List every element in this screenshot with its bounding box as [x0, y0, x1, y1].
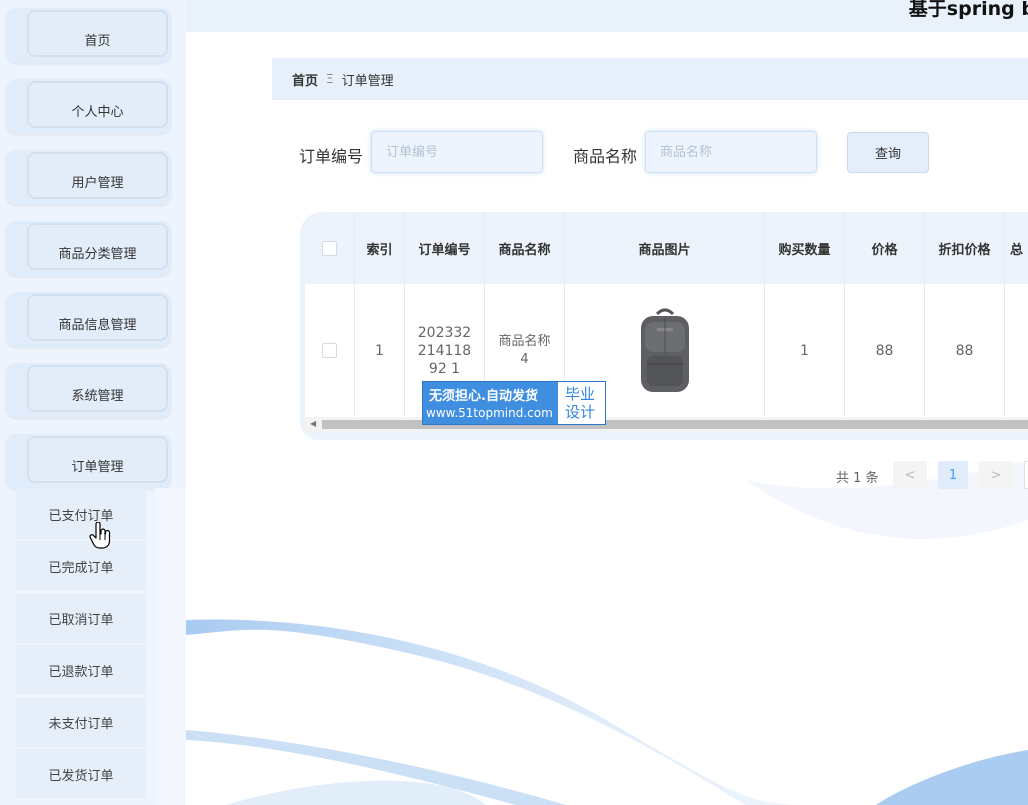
background-waves-decoration: [186, 460, 1028, 805]
menu-item-user-management[interactable]: 用户管理: [6, 150, 171, 205]
cell-discount-price: 88: [925, 284, 1005, 417]
header-select-all[interactable]: [305, 212, 355, 284]
cell-index: 1: [355, 284, 405, 417]
submenu-completed-orders[interactable]: 已完成订单: [16, 541, 146, 591]
pagination-total: 共 1 条: [836, 471, 879, 486]
menu-item-label: 首页: [27, 10, 168, 57]
row-checkbox[interactable]: [322, 343, 337, 358]
sidebar-strip: [155, 488, 186, 805]
select-all-checkbox[interactable]: [322, 240, 337, 256]
submenu-shipped-orders[interactable]: 已发货订单: [16, 749, 146, 799]
cell-total: [1005, 284, 1028, 417]
breadcrumb-current: 订单管理: [341, 73, 394, 89]
submenu-refunded-orders[interactable]: 已退款订单: [16, 645, 146, 695]
sidebar: 首页 个人中心 用户管理 商品分类管理 商品信息管理 系统管理 订单管理 已支付…: [0, 0, 186, 805]
order-no-input[interactable]: [371, 131, 543, 173]
watermark-right: 毕业设计: [558, 382, 605, 424]
table-header-row: 索引 订单编号 商品名称 商品图片 购买数量 价格 折扣价格 总: [305, 212, 1028, 284]
menu-item-category-management[interactable]: 商品分类管理: [6, 221, 171, 276]
cell-quantity: 1: [765, 284, 845, 417]
breadcrumb: 首页 Ξ 订单管理: [272, 58, 1028, 100]
menu-item-label: 商品信息管理: [27, 294, 168, 341]
header-order-no: 订单编号: [405, 212, 485, 284]
watermark-line1: 无须担心.自动发货: [429, 389, 538, 404]
menu-item-system-management[interactable]: 系统管理: [6, 363, 171, 418]
menu-item-order-management[interactable]: 订单管理: [6, 434, 171, 489]
header-total: 总: [1010, 242, 1024, 258]
hand-cursor-icon: [89, 522, 111, 549]
breadcrumb-separator-icon: Ξ: [326, 72, 334, 86]
cell-price: 88: [845, 284, 925, 417]
app-title: 基于spring bo: [908, 0, 1028, 20]
watermark-left: 无须担心.自动发货 www.51topmind.com: [423, 382, 558, 424]
header-quantity: 购买数量: [765, 212, 845, 284]
cell-product-name-text: 商品名称4: [498, 333, 551, 367]
table-row: 1 20233221411892 1 商品名称4 1 88 88: [305, 284, 1028, 417]
menu-item-label: 商品分类管理: [27, 223, 168, 270]
pagination-next-button[interactable]: >: [979, 461, 1013, 489]
row-select[interactable]: [305, 284, 355, 417]
submenu-cancelled-orders[interactable]: 已取消订单: [16, 593, 146, 643]
pagination-page-1[interactable]: 1: [938, 461, 968, 489]
top-header: 基于spring bo: [186, 0, 1028, 32]
menu-item-product-management[interactable]: 商品信息管理: [6, 292, 171, 347]
order-table: 索引 订单编号 商品名称 商品图片 购买数量 价格 折扣价格 总 1 20233…: [300, 212, 1028, 440]
header-product-name: 商品名称: [485, 212, 565, 284]
menu-item-label: 系统管理: [27, 365, 168, 412]
backpack-image: [640, 308, 689, 392]
scroll-left-arrow-icon[interactable]: ◀: [310, 419, 316, 428]
menu-item-label: 订单管理: [27, 436, 168, 483]
menu-item-label: 用户管理: [27, 152, 168, 199]
pagination-prev-button[interactable]: <: [893, 461, 927, 489]
header-index: 索引: [355, 212, 405, 284]
submenu-unpaid-orders[interactable]: 未支付订单: [16, 697, 146, 747]
submenu-paid-orders[interactable]: 已支付订单: [16, 489, 146, 539]
product-name-label: 商品名称: [573, 147, 638, 166]
breadcrumb-home[interactable]: 首页: [292, 70, 318, 89]
watermark-badge: 无须担心.自动发货 www.51topmind.com 毕业设计: [422, 381, 606, 425]
product-name-input[interactable]: [645, 131, 817, 173]
query-button[interactable]: 查询: [847, 132, 929, 173]
menu-item-label: 个人中心: [27, 81, 168, 128]
order-no-label: 订单编号: [299, 147, 364, 166]
menu-item-personal-center[interactable]: 个人中心: [6, 79, 171, 134]
header-product-image: 商品图片: [565, 212, 765, 284]
page-size-select[interactable]: [1024, 461, 1028, 489]
header-price: 价格: [845, 212, 925, 284]
cell-order-no-text: 20233221411892 1: [417, 324, 472, 377]
menu-item-home[interactable]: 首页: [6, 8, 171, 63]
header-discount-price: 折扣价格: [925, 212, 1005, 284]
watermark-line2: www.51topmind.com: [426, 406, 553, 420]
horizontal-scrollbar[interactable]: ◀: [305, 417, 1028, 431]
